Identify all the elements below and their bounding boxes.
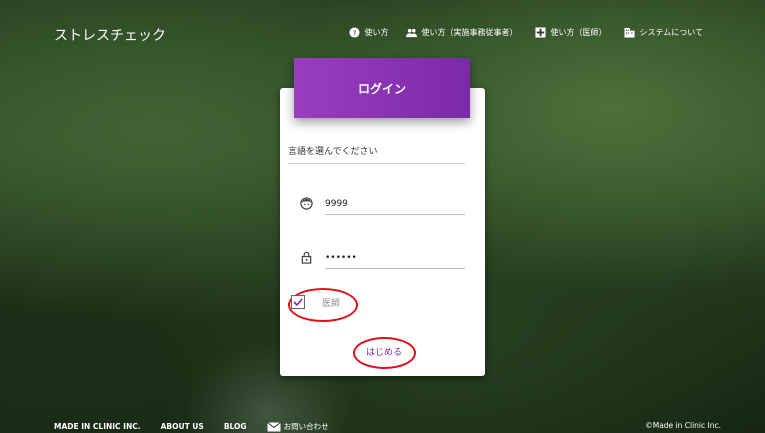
- nav-help-label: 使い方: [364, 28, 389, 37]
- nav-doctor-label: 使い方（医師）: [550, 28, 607, 37]
- login-title: ログイン: [294, 58, 470, 118]
- help-circle-icon: ?: [349, 27, 361, 38]
- footer-link-blog[interactable]: BLOG: [224, 421, 247, 432]
- user-id-input[interactable]: [325, 194, 465, 215]
- nav-system[interactable]: システムについて: [624, 27, 703, 38]
- login-card: 言語を選んでください 医師 はじめる: [280, 88, 485, 376]
- doctor-label: 医師: [322, 299, 341, 309]
- people-icon: [406, 28, 418, 38]
- footer-contact-label: お問い合わせ: [283, 422, 329, 431]
- password-row: [298, 244, 466, 272]
- footer-links: MADE IN CLINIC INC. ABOUT US BLOG お問い合わせ: [54, 421, 329, 432]
- nav-system-label: システムについて: [639, 28, 703, 37]
- copyright: ©Made in Clinic Inc.: [645, 421, 721, 430]
- doctor-checkbox[interactable]: [291, 295, 305, 309]
- start-button[interactable]: はじめる: [362, 343, 406, 359]
- nav-staff[interactable]: 使い方（実施事務従事者）: [406, 27, 517, 38]
- footer-link-company[interactable]: MADE IN CLINIC INC.: [54, 421, 141, 432]
- top-nav: ? 使い方 使い方（実施事務従事者） 使い方（医師） システムについて: [349, 27, 703, 38]
- lock-icon: [301, 251, 312, 264]
- check-icon: [293, 298, 303, 307]
- svg-text:?: ?: [353, 28, 357, 37]
- nav-doctor[interactable]: 使い方（医師）: [535, 27, 606, 38]
- mail-icon: [266, 421, 281, 431]
- building-icon: [624, 27, 636, 38]
- password-input[interactable]: [325, 248, 465, 269]
- nav-help[interactable]: ? 使い方: [349, 27, 388, 38]
- user-id-row: [298, 190, 466, 218]
- nav-staff-label: 使い方（実施事務従事者）: [421, 28, 518, 37]
- medical-plus-icon: [535, 27, 547, 38]
- brand-title[interactable]: ストレスチェック: [54, 25, 166, 45]
- language-select[interactable]: 言語を選んでください: [288, 145, 465, 164]
- footer-link-contact[interactable]: お問い合わせ: [266, 421, 329, 432]
- footer-link-about[interactable]: ABOUT US: [161, 421, 204, 432]
- face-icon: [300, 197, 313, 210]
- footer: MADE IN CLINIC INC. ABOUT US BLOG お問い合わせ…: [0, 415, 765, 433]
